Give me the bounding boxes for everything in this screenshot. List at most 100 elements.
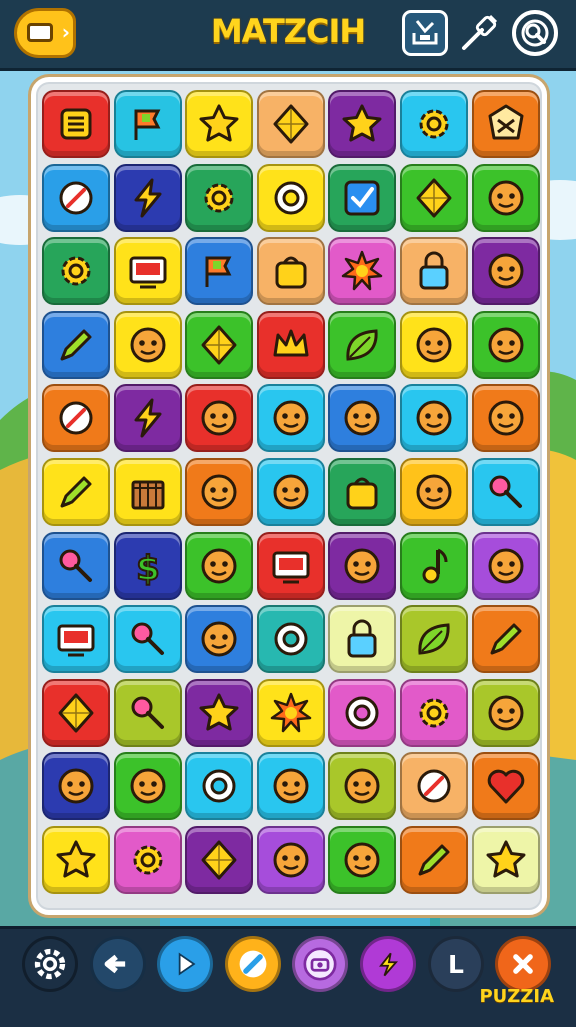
game-tile[interactable] (42, 163, 110, 232)
game-tile[interactable] (256, 384, 325, 453)
game-tile[interactable] (256, 237, 325, 306)
game-tile[interactable] (113, 678, 182, 747)
game-tile[interactable] (185, 163, 254, 232)
face-icon (488, 327, 524, 363)
screen-icon (272, 551, 310, 584)
game-tile[interactable] (400, 90, 468, 158)
download-tray-button[interactable] (402, 10, 448, 56)
wand-button[interactable] (456, 10, 502, 56)
game-tile[interactable] (471, 90, 540, 158)
game-tile[interactable] (328, 752, 397, 821)
game-tile[interactable] (42, 605, 110, 674)
face-icon (130, 768, 166, 804)
game-tile[interactable] (400, 458, 468, 526)
gem-icon (201, 325, 237, 365)
game-tile[interactable] (471, 237, 540, 306)
game-tile[interactable] (185, 237, 254, 306)
game-tile[interactable] (471, 752, 540, 821)
game-tile[interactable]: $ (113, 531, 182, 600)
game-tile[interactable] (42, 458, 110, 526)
game-tile[interactable] (185, 458, 254, 526)
game-tile[interactable] (256, 605, 325, 674)
game-tile[interactable] (328, 531, 397, 600)
game-tile[interactable] (185, 384, 254, 453)
game-tile[interactable] (256, 752, 325, 821)
game-tile[interactable] (471, 458, 540, 526)
compass-icon (417, 769, 451, 803)
letter-l-icon: L (448, 950, 464, 979)
game-tile[interactable] (256, 90, 325, 158)
feather-button[interactable] (224, 936, 281, 992)
gear-icon (419, 109, 449, 139)
game-tile[interactable] (400, 531, 468, 600)
game-tile[interactable] (113, 163, 182, 232)
game-tile[interactable] (185, 531, 254, 600)
camera-button[interactable] (292, 936, 349, 992)
game-tile[interactable] (113, 605, 182, 674)
game-tile[interactable] (185, 310, 254, 379)
game-tile[interactable] (400, 752, 468, 821)
game-tile[interactable] (400, 163, 468, 232)
game-tile[interactable] (42, 678, 110, 747)
bolt-button[interactable] (360, 936, 416, 992)
game-tile[interactable] (471, 163, 540, 232)
game-tile[interactable] (42, 237, 110, 306)
game-tile[interactable] (471, 531, 540, 600)
face-icon (130, 327, 166, 363)
game-tile[interactable] (400, 237, 468, 306)
letter-l-button[interactable]: L (427, 936, 484, 992)
game-tile[interactable] (328, 678, 397, 747)
game-tile[interactable] (471, 310, 540, 379)
game-tile[interactable] (113, 90, 182, 158)
game-tile[interactable] (400, 310, 468, 379)
game-tile[interactable] (400, 605, 468, 674)
game-tile[interactable] (185, 826, 254, 894)
ring-icon (274, 622, 308, 656)
game-tile[interactable] (42, 531, 110, 600)
game-tile[interactable] (185, 678, 254, 747)
game-tile[interactable] (471, 605, 540, 674)
game-tile[interactable] (328, 826, 397, 894)
game-tile[interactable] (400, 384, 468, 453)
game-tile[interactable] (185, 752, 254, 821)
game-tile[interactable] (256, 458, 325, 526)
game-tile[interactable] (42, 384, 110, 453)
game-tile[interactable] (113, 826, 182, 894)
game-tile[interactable] (113, 237, 182, 306)
game-tile[interactable] (256, 310, 325, 379)
flag-icon (205, 256, 232, 288)
game-tile[interactable] (328, 605, 397, 674)
game-tile[interactable] (256, 678, 325, 747)
pen-icon (60, 476, 92, 508)
game-tile[interactable] (400, 678, 468, 747)
game-tile[interactable] (256, 531, 325, 600)
game-tile[interactable] (42, 752, 110, 821)
game-tile[interactable] (42, 826, 110, 894)
game-tile[interactable] (256, 826, 325, 894)
game-tile[interactable] (328, 90, 397, 158)
close-button[interactable] (495, 936, 552, 992)
game-tile[interactable] (113, 458, 182, 526)
game-tile[interactable] (42, 90, 110, 158)
game-tile[interactable] (400, 826, 468, 894)
game-tile[interactable] (113, 384, 182, 453)
game-tile[interactable] (471, 678, 540, 747)
game-tile[interactable] (328, 384, 397, 453)
play-button[interactable] (157, 936, 214, 992)
search-refresh-button[interactable] (512, 10, 558, 56)
game-tile[interactable] (42, 310, 110, 379)
game-tile[interactable] (328, 163, 397, 232)
gear-icon (61, 256, 91, 286)
game-tile[interactable] (328, 458, 397, 526)
back-arrow-button[interactable] (89, 936, 146, 992)
game-tile[interactable] (185, 605, 254, 674)
game-tile[interactable] (328, 310, 397, 379)
game-tile[interactable] (328, 237, 397, 306)
game-tile[interactable] (256, 163, 325, 232)
settings-button[interactable] (22, 936, 78, 992)
game-tile[interactable] (113, 310, 182, 379)
game-tile[interactable] (185, 90, 254, 158)
game-tile[interactable] (113, 752, 182, 821)
game-tile[interactable] (471, 384, 540, 453)
game-tile[interactable] (471, 826, 540, 894)
